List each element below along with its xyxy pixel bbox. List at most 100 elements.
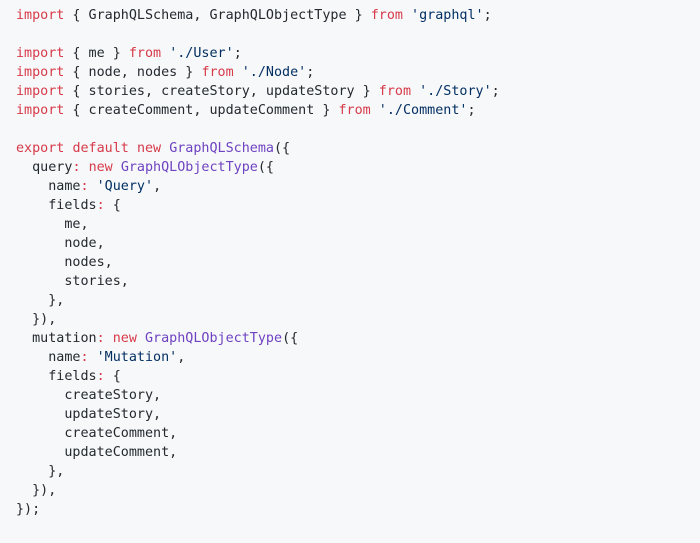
code-line: createComment,	[16, 424, 684, 443]
string-token: './Story'	[419, 84, 492, 99]
code-line: me,	[16, 215, 684, 234]
keyword-token: new	[136, 141, 162, 156]
keyword-token: import	[16, 84, 65, 99]
keyword-token: from	[370, 8, 403, 23]
code-token: ;	[467, 103, 476, 118]
code-line: nodes,	[16, 253, 684, 272]
code-line: export default new GraphQLSchema({	[16, 139, 684, 158]
code-line: },	[16, 462, 684, 481]
code-token: node,	[16, 236, 105, 251]
code-token: stories,	[16, 274, 129, 289]
code-token: ({	[282, 331, 299, 346]
class-token: GraphQLObjectType	[120, 160, 258, 175]
code-line: query: new GraphQLObjectType({	[16, 158, 684, 177]
code-token: { stories, createStory, updateStory }	[64, 84, 379, 99]
keyword-token: default	[72, 141, 129, 156]
code-token: { createComment, updateComment }	[64, 103, 339, 118]
code-line: });	[16, 500, 684, 519]
keyword-token: from	[378, 84, 412, 99]
code-token: ({	[274, 141, 291, 156]
code-line: }),	[16, 310, 684, 329]
code-token: name	[16, 179, 81, 194]
code-token: ;	[306, 65, 315, 80]
code-token: me,	[16, 217, 89, 232]
code-line: updateComment,	[16, 443, 684, 462]
string-token: './User'	[169, 46, 234, 61]
code-token: query	[16, 160, 73, 175]
string-token: './Node'	[241, 65, 307, 80]
code-token: },	[16, 293, 65, 308]
code-token: nodes,	[16, 255, 113, 270]
code-token: ;	[491, 84, 500, 99]
keyword-token: :	[96, 369, 105, 384]
code-token: createComment,	[16, 426, 178, 441]
keyword-token: import	[16, 46, 65, 61]
code-token: }),	[16, 483, 57, 498]
keyword-token: new	[88, 160, 113, 175]
keyword-token: from	[128, 46, 162, 61]
code-line: },	[16, 291, 684, 310]
keyword-token: :	[80, 350, 89, 365]
code-token: {	[104, 198, 121, 213]
keyword-token: import	[16, 103, 65, 118]
code-token: { node, nodes }	[64, 65, 202, 80]
code-token: { GraphQLSchema, GraphQLObjectType }	[64, 8, 371, 23]
keyword-token: :	[80, 179, 89, 194]
code-lines: import { GraphQLSchema, GraphQLObjectTyp…	[16, 6, 684, 519]
code-token: updateStory,	[16, 407, 162, 422]
code-line: createStory,	[16, 386, 684, 405]
code-line: }),	[16, 481, 684, 500]
code-line: ​	[16, 25, 684, 44]
code-line: import { me } from './User';	[16, 44, 684, 63]
code-line: import { GraphQLSchema, GraphQLObjectTyp…	[16, 6, 684, 25]
code-token: ,	[153, 179, 162, 194]
code-line: fields: {	[16, 367, 684, 386]
code-line: stories,	[16, 272, 684, 291]
code-token: },	[16, 464, 65, 479]
code-line: mutation: new GraphQLObjectType({	[16, 329, 684, 348]
code-line: ​	[16, 120, 684, 139]
code-line: node,	[16, 234, 684, 253]
code-token: ;	[483, 8, 492, 23]
keyword-token: import	[16, 65, 65, 80]
keyword-token: import	[16, 8, 65, 23]
code-line: name: 'Mutation',	[16, 348, 684, 367]
code-line: name: 'Query',	[16, 177, 684, 196]
class-token: GraphQLObjectType	[145, 331, 283, 346]
keyword-token: :	[72, 160, 81, 175]
string-token: 'Query'	[96, 179, 154, 194]
code-token: name	[16, 350, 81, 365]
code-token: {	[104, 369, 121, 384]
code-token: fields	[16, 369, 97, 384]
code-block: import { GraphQLSchema, GraphQLObjectTyp…	[0, 0, 700, 543]
keyword-token: :	[96, 331, 105, 346]
code-token: ({	[257, 160, 274, 175]
string-token: 'Mutation'	[96, 350, 178, 365]
code-line: updateStory,	[16, 405, 684, 424]
code-token: updateComment,	[16, 445, 178, 460]
string-token: 'graphql'	[411, 8, 484, 23]
code-token: ,	[177, 350, 186, 365]
code-token: fields	[16, 198, 97, 213]
class-token: GraphQLSchema	[169, 141, 274, 156]
string-token: './Comment'	[378, 103, 468, 118]
code-token: createStory,	[16, 388, 162, 403]
code-line: fields: {	[16, 196, 684, 215]
code-token: }),	[16, 312, 57, 327]
code-line: import { stories, createStory, updateSto…	[16, 82, 684, 101]
keyword-token: new	[112, 331, 137, 346]
code-line: import { node, nodes } from './Node';	[16, 63, 684, 82]
keyword-token: :	[96, 198, 105, 213]
